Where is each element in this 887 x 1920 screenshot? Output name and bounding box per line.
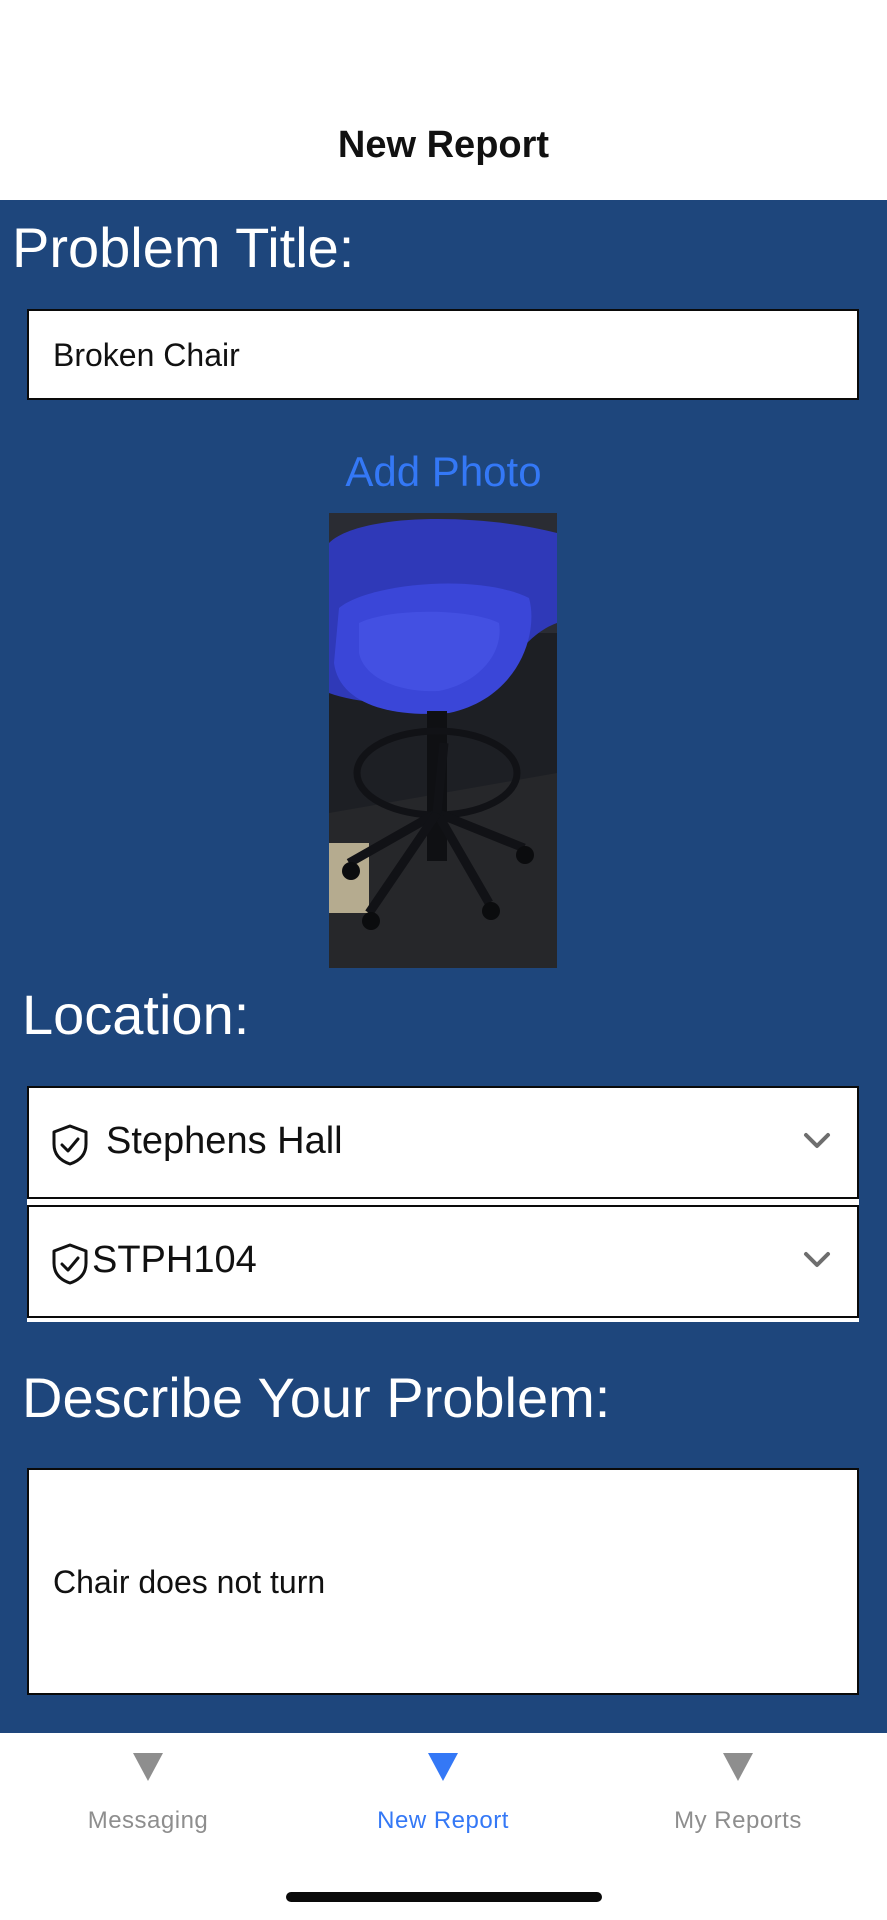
dropdown-divider <box>27 1318 859 1322</box>
problem-title-label: Problem Title: <box>12 216 355 279</box>
room-value: STPH104 <box>92 1239 257 1281</box>
shield-check-icon <box>52 1124 88 1166</box>
page-title: New Report <box>337 124 550 166</box>
chair-photo <box>329 513 557 968</box>
building-value: Stephens Hall <box>106 1120 343 1162</box>
tab-messaging[interactable]: Messaging <box>0 1753 296 1863</box>
add-photo-button[interactable]: Add Photo <box>0 448 887 496</box>
new-report-screen: New Report Problem Title: Broken Chair A… <box>0 0 887 1920</box>
shield-check-icon <box>52 1243 88 1285</box>
problem-title-input[interactable]: Broken Chair <box>27 309 859 400</box>
building-dropdown[interactable]: Stephens Hall <box>27 1086 859 1199</box>
triangle-down-icon <box>723 1753 753 1781</box>
describe-problem-label: Describe Your Problem: <box>22 1366 611 1429</box>
report-form: Problem Title: Broken Chair Add Photo Lo… <box>0 200 887 1733</box>
tab-my-reports[interactable]: My Reports <box>590 1753 886 1863</box>
description-textarea[interactable]: Chair does not turn <box>27 1468 859 1695</box>
tab-label: My Reports <box>674 1807 802 1834</box>
description-value: Chair does not turn <box>53 1564 326 1600</box>
home-indicator[interactable] <box>286 1892 602 1902</box>
tab-new-report[interactable]: New Report <box>295 1753 591 1863</box>
chevron-down-icon <box>804 1133 830 1148</box>
problem-title-value: Broken Chair <box>53 337 240 373</box>
room-dropdown[interactable]: STPH104 <box>27 1205 859 1318</box>
tab-label: New Report <box>377 1807 509 1834</box>
tab-label: Messaging <box>87 1807 209 1834</box>
location-label: Location: <box>22 983 250 1046</box>
nav-header: New Report <box>0 0 887 200</box>
chevron-down-icon <box>804 1252 830 1267</box>
triangle-down-icon <box>133 1753 163 1781</box>
triangle-down-icon <box>428 1753 458 1781</box>
